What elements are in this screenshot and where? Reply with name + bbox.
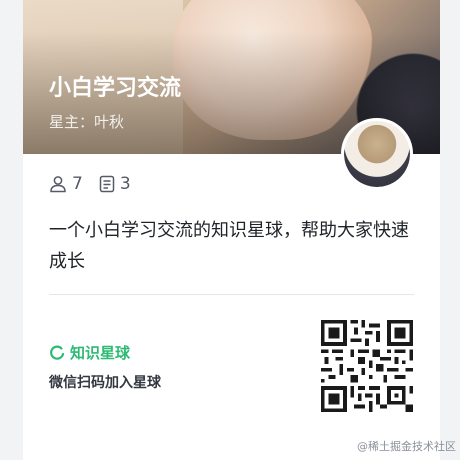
qr-code[interactable] xyxy=(321,320,413,412)
scan-prompt: 微信扫码加入星球 xyxy=(49,375,161,391)
topics-count: 3 xyxy=(119,174,131,194)
document-icon xyxy=(99,175,115,193)
circle-owner: 星主：叶秋 xyxy=(49,113,125,131)
stats-row: 7 3 xyxy=(49,172,147,196)
user-icon xyxy=(50,176,66,193)
members-count: 7 xyxy=(72,174,83,194)
circle-description: 一个小白学习交流的知识星球，帮助大家快速成长 xyxy=(49,220,409,272)
owner-avatar[interactable] xyxy=(341,118,413,190)
divider xyxy=(49,294,414,295)
planet-logo-icon xyxy=(50,345,65,360)
brand-name: 知识星球 xyxy=(70,344,131,362)
topics-stat: 3 xyxy=(99,174,131,194)
brand-logo: 知识星球 xyxy=(49,342,130,363)
members-stat: 7 xyxy=(49,174,83,194)
circle-title: 小白学习交流 xyxy=(49,76,182,101)
watermark: @稀土掘金技术社区 xyxy=(357,440,456,453)
circle-card: 小白学习交流 星主：叶秋 7 3 一个小白学习交流的知识星球，帮助大家快速成长 xyxy=(23,0,440,460)
